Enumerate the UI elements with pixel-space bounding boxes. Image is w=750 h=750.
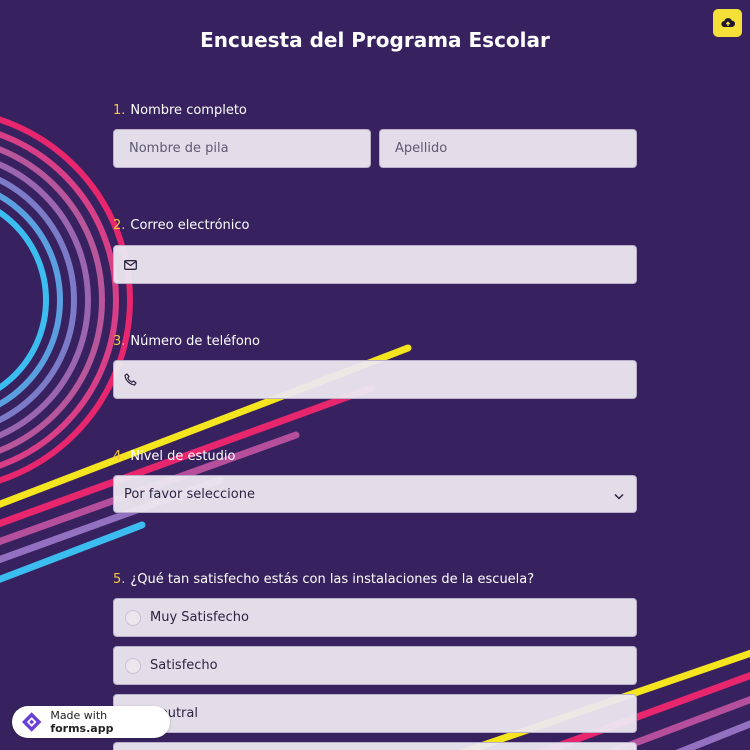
question-label-phone: 3. Número de teléfono: [113, 334, 260, 349]
mail-icon: [124, 258, 138, 272]
first-name-placeholder: Nombre de pila: [129, 141, 229, 156]
question-label-full-name: 1. Nombre completo: [113, 103, 247, 118]
radio-button[interactable]: [125, 609, 141, 626]
question-text: Nombre completo: [130, 103, 247, 118]
radio-button[interactable]: [125, 657, 141, 674]
question-number: 4.: [113, 449, 126, 464]
question-label-satisfaction: 5. ¿Qué tan satisfecho estás con las inst…: [113, 572, 534, 587]
first-name-input[interactable]: Nombre de pila: [113, 129, 371, 168]
option-next-partial[interactable]: [113, 742, 637, 750]
study-level-select[interactable]: Por favor seleccione: [113, 475, 637, 513]
question-text: Correo electrónico: [130, 218, 250, 233]
question-text: Número de teléfono: [130, 334, 260, 349]
question-number: 1.: [113, 103, 126, 118]
question-label-study-level: 4. Nivel de estudio: [113, 449, 236, 464]
phone-icon: [124, 373, 138, 387]
last-name-input[interactable]: Apellido: [379, 129, 637, 168]
question-number: 2.: [113, 218, 126, 233]
made-with-badge[interactable]: Made with forms.app: [12, 706, 170, 738]
option-satisfied[interactable]: Satisfecho: [113, 646, 637, 685]
option-very-satisfied[interactable]: Muy Satisfecho: [113, 598, 637, 637]
email-field[interactable]: [113, 245, 637, 284]
question-label-email: 2. Correo electrónico: [113, 218, 250, 233]
option-label: Satisfecho: [150, 658, 218, 673]
last-name-placeholder: Apellido: [395, 141, 448, 156]
question-number: 5.: [113, 572, 126, 587]
badge-prefix: Made with: [50, 709, 108, 722]
question-number: 3.: [113, 334, 126, 349]
question-text: ¿Qué tan satisfecho estás con las instal…: [130, 572, 535, 587]
chevron-down-icon: [614, 488, 624, 503]
study-level-selected-value: Por favor seleccione: [124, 486, 255, 502]
badge-brand: forms.app: [50, 722, 114, 735]
question-text: Nivel de estudio: [130, 449, 236, 464]
forms-app-logo-icon: [21, 712, 42, 732]
badge-text: Made with forms.app: [50, 709, 170, 735]
option-neutral[interactable]: Neutral: [113, 694, 637, 733]
option-label: Muy Satisfecho: [150, 610, 249, 625]
phone-field[interactable]: [113, 360, 637, 399]
form-title: Encuesta del Programa Escolar: [200, 28, 550, 52]
